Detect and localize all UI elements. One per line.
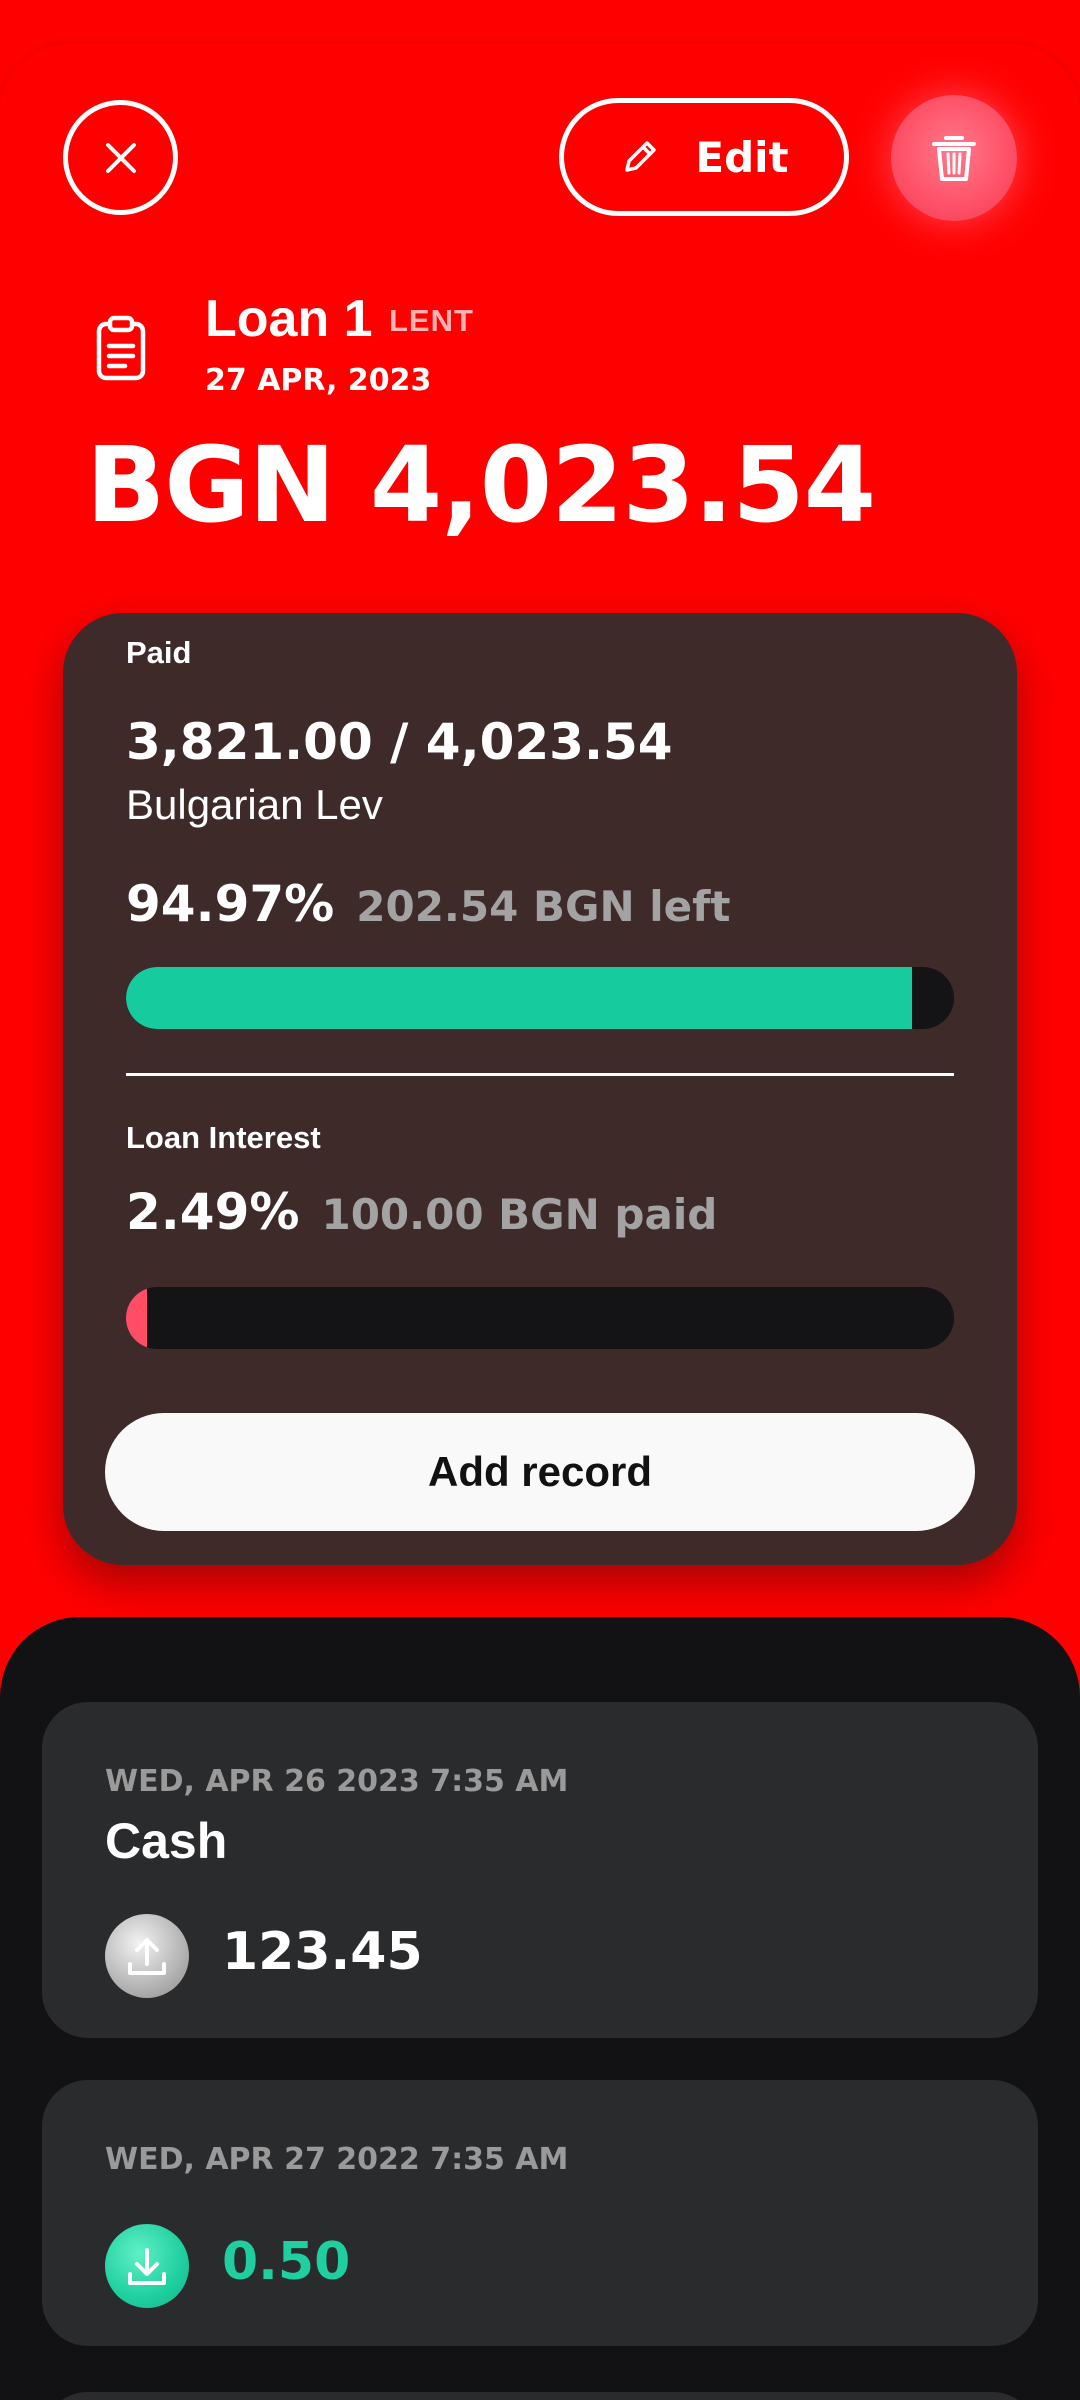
loan-type-badge: LENT <box>389 303 474 338</box>
paid-ratio: 3,821.00 / 4,023.54 <box>126 713 673 771</box>
record-date: WED, APR 27 2022 7:35 AM <box>105 2142 569 2177</box>
record-amount: 0.50 <box>222 2232 351 2292</box>
paid-progress-bar <box>126 967 954 1029</box>
amount-left: 202.54 BGN left <box>356 882 731 931</box>
edit-button[interactable]: Edit <box>559 98 849 216</box>
download-icon <box>105 2224 189 2308</box>
interest-progress-bar <box>126 1287 954 1349</box>
record-amount: 123.45 <box>222 1922 423 1982</box>
interest-percent-row: 2.49% 100.00 BGN paid <box>126 1183 717 1241</box>
loan-detail-screen: Edit Loan 1 LENT 27 APR, 2023 BGN 4,023.… <box>0 0 1080 2400</box>
paid-label: Paid <box>126 635 192 670</box>
add-record-button[interactable]: Add record <box>105 1413 975 1531</box>
paid-progress-fill <box>126 967 913 1029</box>
loan-name: Loan 1 <box>205 290 373 348</box>
interest-percent: 2.49% <box>126 1183 300 1241</box>
interest-paid: 100.00 BGN paid <box>321 1190 718 1239</box>
record-card[interactable]: WED, APR 27 2022 7:35 AM 0.50 <box>42 2080 1038 2346</box>
divider <box>126 1073 954 1076</box>
clipboard-icon <box>96 315 146 381</box>
loan-amount: BGN 4,023.54 <box>86 424 876 546</box>
close-button[interactable] <box>63 100 178 215</box>
trash-icon <box>932 136 976 181</box>
edit-label: Edit <box>695 132 789 182</box>
paid-percent: 94.97% <box>126 875 335 933</box>
upload-icon <box>105 1914 189 1998</box>
paid-percent-row: 94.97% 202.54 BGN left <box>126 875 730 933</box>
record-date: WED, APR 26 2023 7:35 AM <box>105 1764 569 1799</box>
pencil-icon <box>625 141 657 172</box>
records-panel: WED, APR 26 2023 7:35 AM Cash 123.45 WED… <box>0 1617 1080 2400</box>
currency-name: Bulgarian Lev <box>126 781 383 828</box>
delete-button[interactable] <box>891 95 1017 221</box>
record-title: Cash <box>105 1813 228 1869</box>
interest-label: Loan Interest <box>126 1120 321 1155</box>
record-card[interactable]: WED, APR 26 2023 7:35 AM Cash 123.45 <box>42 1702 1038 2038</box>
summary-card: Paid 3,821.00 / 4,023.54 Bulgarian Lev 9… <box>63 613 1017 1565</box>
loan-date: 27 APR, 2023 <box>205 363 432 398</box>
record-card[interactable] <box>42 2392 1038 2400</box>
interest-progress-fill <box>126 1287 147 1349</box>
close-icon <box>105 142 136 173</box>
